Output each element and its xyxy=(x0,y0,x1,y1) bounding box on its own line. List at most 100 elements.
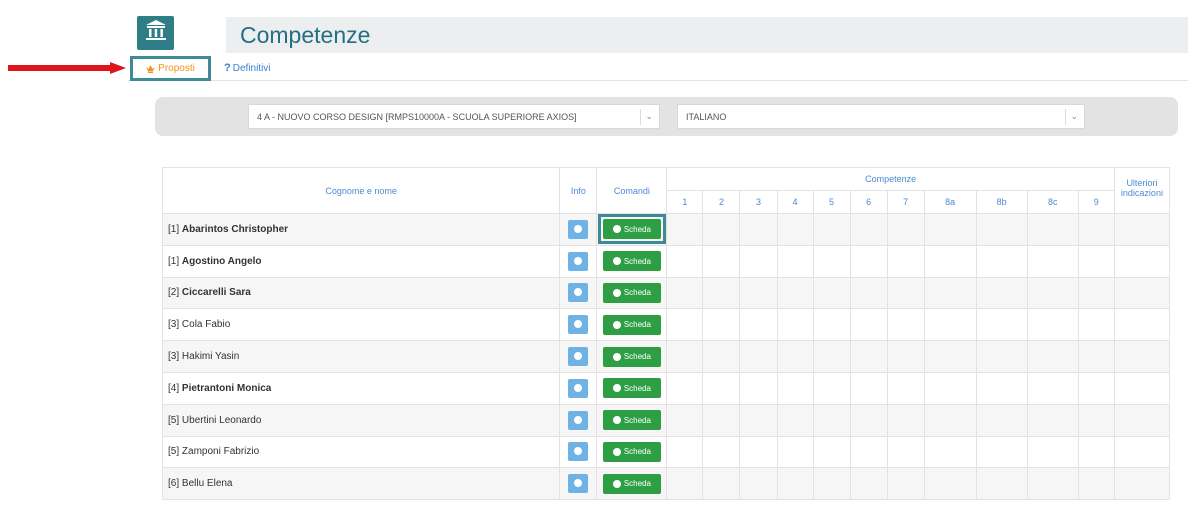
competence-cell-8a[interactable] xyxy=(923,308,977,342)
competence-cell-6[interactable] xyxy=(849,467,888,501)
competence-cell-6[interactable] xyxy=(849,308,888,342)
competence-cell-8c[interactable] xyxy=(1026,213,1079,246)
info-icon[interactable] xyxy=(568,219,589,239)
competence-cell-8c[interactable] xyxy=(1026,435,1079,469)
competence-cell-9[interactable] xyxy=(1077,340,1115,373)
competence-cell-1[interactable] xyxy=(666,371,704,405)
competence-cell-2[interactable] xyxy=(702,308,741,342)
competence-cell-9[interactable] xyxy=(1077,371,1115,405)
competence-cell-1[interactable] xyxy=(666,403,704,437)
scheda-button[interactable]: Scheda xyxy=(602,346,661,367)
competence-cell-8a[interactable] xyxy=(923,371,977,405)
competence-cell-8b[interactable] xyxy=(975,467,1028,501)
info-icon[interactable] xyxy=(568,410,589,430)
further-indications-cell[interactable] xyxy=(1113,467,1171,501)
competence-cell-9[interactable] xyxy=(1077,244,1115,278)
competence-cell-5[interactable] xyxy=(812,435,851,469)
scheda-button[interactable]: Scheda xyxy=(602,378,661,399)
competence-cell-2[interactable] xyxy=(702,213,741,246)
info-icon[interactable] xyxy=(568,283,589,303)
competence-cell-7[interactable] xyxy=(886,340,925,373)
competence-cell-8c[interactable] xyxy=(1026,308,1079,342)
info-icon[interactable] xyxy=(568,347,589,367)
competence-cell-7[interactable] xyxy=(886,308,925,342)
competence-cell-1[interactable] xyxy=(666,435,704,469)
competence-cell-9[interactable] xyxy=(1077,467,1115,501)
further-indications-cell[interactable] xyxy=(1113,276,1171,310)
competence-cell-4[interactable] xyxy=(776,244,814,278)
competence-cell-8b[interactable] xyxy=(975,371,1028,405)
competence-cell-3[interactable] xyxy=(739,213,778,246)
competence-cell-7[interactable] xyxy=(886,467,925,501)
app-logo[interactable] xyxy=(137,16,174,50)
competence-cell-7[interactable] xyxy=(886,371,925,405)
info-icon[interactable] xyxy=(568,442,589,462)
subject-select[interactable]: ITALIANO ⌄ xyxy=(677,104,1085,129)
competence-cell-4[interactable] xyxy=(776,276,814,310)
header-name[interactable]: Cognome e nome xyxy=(161,167,561,214)
competence-cell-8a[interactable] xyxy=(923,213,977,246)
competence-cell-6[interactable] xyxy=(849,403,888,437)
tab-proposti[interactable]: Proposti xyxy=(130,56,211,81)
further-indications-cell[interactable] xyxy=(1113,244,1171,278)
info-icon[interactable] xyxy=(568,315,589,335)
competence-cell-7[interactable] xyxy=(886,435,925,469)
scheda-button[interactable]: Scheda xyxy=(602,314,661,335)
competence-cell-6[interactable] xyxy=(849,244,888,278)
competence-cell-9[interactable] xyxy=(1077,308,1115,342)
competence-cell-8a[interactable] xyxy=(923,244,977,278)
competence-cell-8b[interactable] xyxy=(975,308,1028,342)
competence-cell-4[interactable] xyxy=(776,308,814,342)
class-select[interactable]: 4 A - NUOVO CORSO DESIGN [RMPS10000A - S… xyxy=(248,104,660,129)
competence-cell-3[interactable] xyxy=(739,435,778,469)
scheda-button[interactable]: Scheda xyxy=(602,282,661,303)
competence-cell-5[interactable] xyxy=(812,276,851,310)
competence-cell-8b[interactable] xyxy=(975,276,1028,310)
competence-cell-8b[interactable] xyxy=(975,213,1028,246)
competence-cell-8b[interactable] xyxy=(975,340,1028,373)
competence-cell-4[interactable] xyxy=(776,467,814,501)
competence-cell-6[interactable] xyxy=(849,371,888,405)
competence-cell-8c[interactable] xyxy=(1026,340,1079,373)
competence-cell-1[interactable] xyxy=(666,340,704,373)
competence-cell-9[interactable] xyxy=(1077,403,1115,437)
info-icon[interactable] xyxy=(568,251,589,271)
competence-cell-2[interactable] xyxy=(702,340,741,373)
scheda-button[interactable]: Scheda xyxy=(602,410,661,431)
competence-cell-4[interactable] xyxy=(776,371,814,405)
competence-cell-5[interactable] xyxy=(812,371,851,405)
competence-cell-4[interactable] xyxy=(776,213,814,246)
competence-cell-5[interactable] xyxy=(812,403,851,437)
competence-cell-6[interactable] xyxy=(849,435,888,469)
competence-cell-8c[interactable] xyxy=(1026,371,1079,405)
competence-cell-5[interactable] xyxy=(812,308,851,342)
competence-cell-7[interactable] xyxy=(886,276,925,310)
competence-cell-2[interactable] xyxy=(702,403,741,437)
scheda-button[interactable]: Scheda xyxy=(602,441,661,462)
competence-cell-6[interactable] xyxy=(849,213,888,246)
competence-cell-3[interactable] xyxy=(739,467,778,501)
further-indications-cell[interactable] xyxy=(1113,371,1171,405)
competence-cell-1[interactable] xyxy=(666,276,704,310)
scheda-button[interactable]: Scheda xyxy=(602,219,661,240)
competence-cell-8b[interactable] xyxy=(975,435,1028,469)
competence-cell-8a[interactable] xyxy=(923,467,977,501)
further-indications-cell[interactable] xyxy=(1113,308,1171,342)
scheda-button[interactable]: Scheda xyxy=(602,473,661,494)
tab-definitivi[interactable]: ? Definitivi xyxy=(224,61,271,75)
competence-cell-8a[interactable] xyxy=(923,276,977,310)
further-indications-cell[interactable] xyxy=(1113,340,1171,373)
competence-cell-1[interactable] xyxy=(666,213,704,246)
competence-cell-4[interactable] xyxy=(776,403,814,437)
further-indications-cell[interactable] xyxy=(1113,435,1171,469)
competence-cell-3[interactable] xyxy=(739,340,778,373)
competence-cell-3[interactable] xyxy=(739,244,778,278)
info-icon[interactable] xyxy=(568,378,589,398)
competence-cell-8c[interactable] xyxy=(1026,244,1079,278)
competence-cell-8a[interactable] xyxy=(923,403,977,437)
competence-cell-3[interactable] xyxy=(739,308,778,342)
competence-cell-5[interactable] xyxy=(812,467,851,501)
competence-cell-2[interactable] xyxy=(702,467,741,501)
competence-cell-8a[interactable] xyxy=(923,340,977,373)
competence-cell-1[interactable] xyxy=(666,467,704,501)
